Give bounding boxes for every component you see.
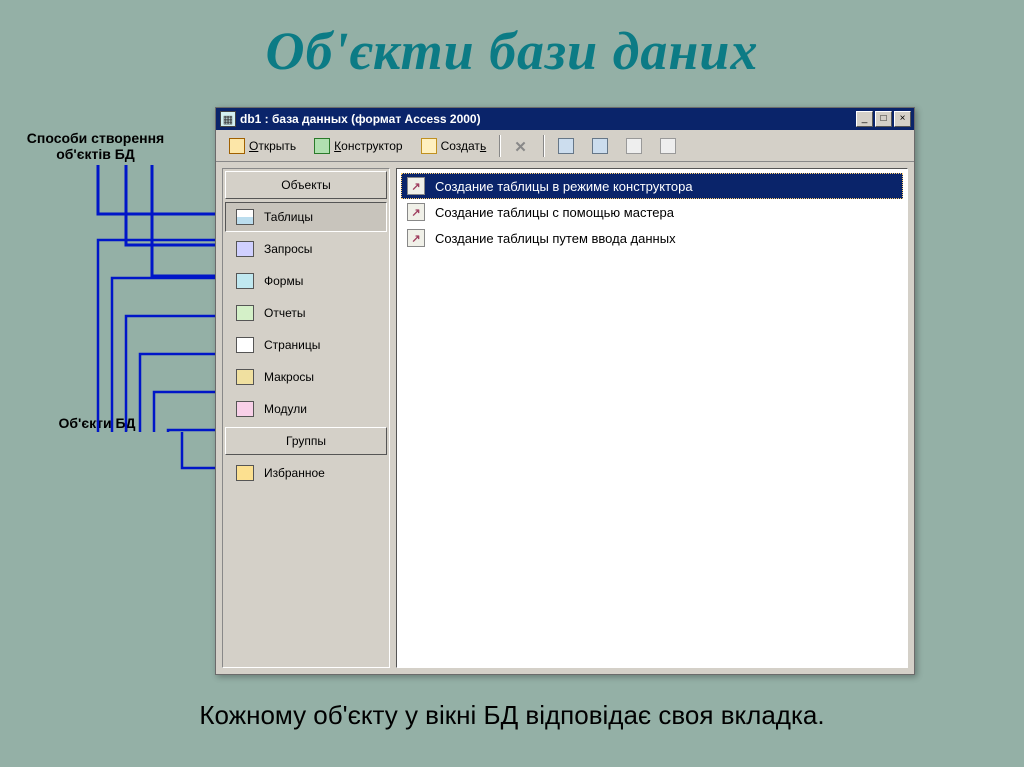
toolbar: Открыть Конструктор Создать ✕ bbox=[216, 130, 914, 162]
open-icon bbox=[229, 138, 245, 154]
titlebar: ▦ db1 : база данных (формат Access 2000)… bbox=[216, 108, 914, 130]
reports-icon bbox=[236, 305, 254, 321]
slide-footer: Кожному об'єкту у вікні БД відповідає св… bbox=[0, 700, 1024, 731]
list-item-label: Создание таблицы путем ввода данных bbox=[435, 231, 676, 246]
view-large-icon bbox=[558, 138, 574, 154]
object-tab-queries[interactable]: Запросы bbox=[225, 234, 387, 264]
maximize-button[interactable]: □ bbox=[875, 111, 892, 127]
list-item-label: Создание таблицы в режиме конструктора bbox=[435, 179, 693, 194]
shortcut-icon: ↗ bbox=[407, 177, 425, 195]
list-item-create-design[interactable]: ↗ Создание таблицы в режиме конструктора bbox=[401, 173, 903, 199]
design-label: Конструктор bbox=[334, 139, 402, 153]
group-favorites[interactable]: Избранное bbox=[225, 458, 387, 488]
toolbar-separator bbox=[499, 135, 501, 157]
favorites-icon bbox=[236, 465, 254, 481]
toolbar-separator-2 bbox=[543, 135, 545, 157]
view-large-button[interactable] bbox=[551, 134, 581, 158]
new-button[interactable]: Создать bbox=[414, 134, 494, 158]
view-list-button[interactable] bbox=[619, 134, 649, 158]
window-controls: _ □ × bbox=[856, 111, 911, 127]
delete-button: ✕ bbox=[507, 134, 537, 158]
callout-create-methods: Способи створення об'єктів БД bbox=[8, 130, 183, 162]
delete-icon: ✕ bbox=[514, 138, 530, 154]
view-details-button[interactable] bbox=[653, 134, 683, 158]
list-item-create-enter[interactable]: ↗ Создание таблицы путем ввода данных bbox=[401, 225, 903, 251]
list-item-label: Создание таблицы с помощью мастера bbox=[435, 205, 674, 220]
content-panel: ↗ Создание таблицы в режиме конструктора… bbox=[396, 168, 908, 668]
new-icon bbox=[421, 138, 437, 154]
view-details-icon bbox=[660, 138, 676, 154]
design-button[interactable]: Конструктор bbox=[307, 134, 409, 158]
object-tab-label: Отчеты bbox=[264, 306, 305, 320]
open-button[interactable]: Открыть bbox=[222, 134, 303, 158]
object-tab-pages[interactable]: Страницы bbox=[225, 330, 387, 360]
object-tab-label: Формы bbox=[264, 274, 303, 288]
object-tab-label: Макросы bbox=[264, 370, 314, 384]
groups-header[interactable]: Группы bbox=[225, 427, 387, 455]
macros-icon bbox=[236, 369, 254, 385]
callout-db-objects: Об'єкти БД bbox=[22, 415, 172, 431]
design-icon bbox=[314, 138, 330, 154]
window-title: db1 : база данных (формат Access 2000) bbox=[240, 112, 856, 126]
tables-icon bbox=[236, 209, 254, 225]
object-tab-forms[interactable]: Формы bbox=[225, 266, 387, 296]
object-tab-modules[interactable]: Модули bbox=[225, 394, 387, 424]
group-label: Избранное bbox=[264, 466, 325, 480]
object-tab-macros[interactable]: Макросы bbox=[225, 362, 387, 392]
object-tab-label: Модули bbox=[264, 402, 307, 416]
forms-icon bbox=[236, 273, 254, 289]
object-tab-label: Страницы bbox=[264, 338, 320, 352]
object-tab-label: Таблицы bbox=[264, 210, 313, 224]
object-tab-tables[interactable]: Таблицы bbox=[225, 202, 387, 232]
window-icon: ▦ bbox=[220, 111, 236, 127]
slide-title: Об'єкти бази даних bbox=[0, 0, 1024, 82]
objects-header[interactable]: Объекты bbox=[225, 171, 387, 199]
shortcut-icon: ↗ bbox=[407, 229, 425, 247]
list-item-create-wizard[interactable]: ↗ Создание таблицы с помощью мастера bbox=[401, 199, 903, 225]
pages-icon bbox=[236, 337, 254, 353]
view-list-icon bbox=[626, 138, 642, 154]
access-db-window: ▦ db1 : база данных (формат Access 2000)… bbox=[215, 107, 915, 675]
object-tab-label: Запросы bbox=[264, 242, 312, 256]
close-button[interactable]: × bbox=[894, 111, 911, 127]
view-small-icon bbox=[592, 138, 608, 154]
queries-icon bbox=[236, 241, 254, 257]
modules-icon bbox=[236, 401, 254, 417]
new-label: Создать bbox=[441, 139, 487, 153]
open-label: Открыть bbox=[249, 139, 296, 153]
objects-panel: Объекты Таблицы Запросы Формы Отчеты Стр… bbox=[222, 168, 390, 668]
minimize-button[interactable]: _ bbox=[856, 111, 873, 127]
view-small-button[interactable] bbox=[585, 134, 615, 158]
shortcut-icon: ↗ bbox=[407, 203, 425, 221]
object-tab-reports[interactable]: Отчеты bbox=[225, 298, 387, 328]
